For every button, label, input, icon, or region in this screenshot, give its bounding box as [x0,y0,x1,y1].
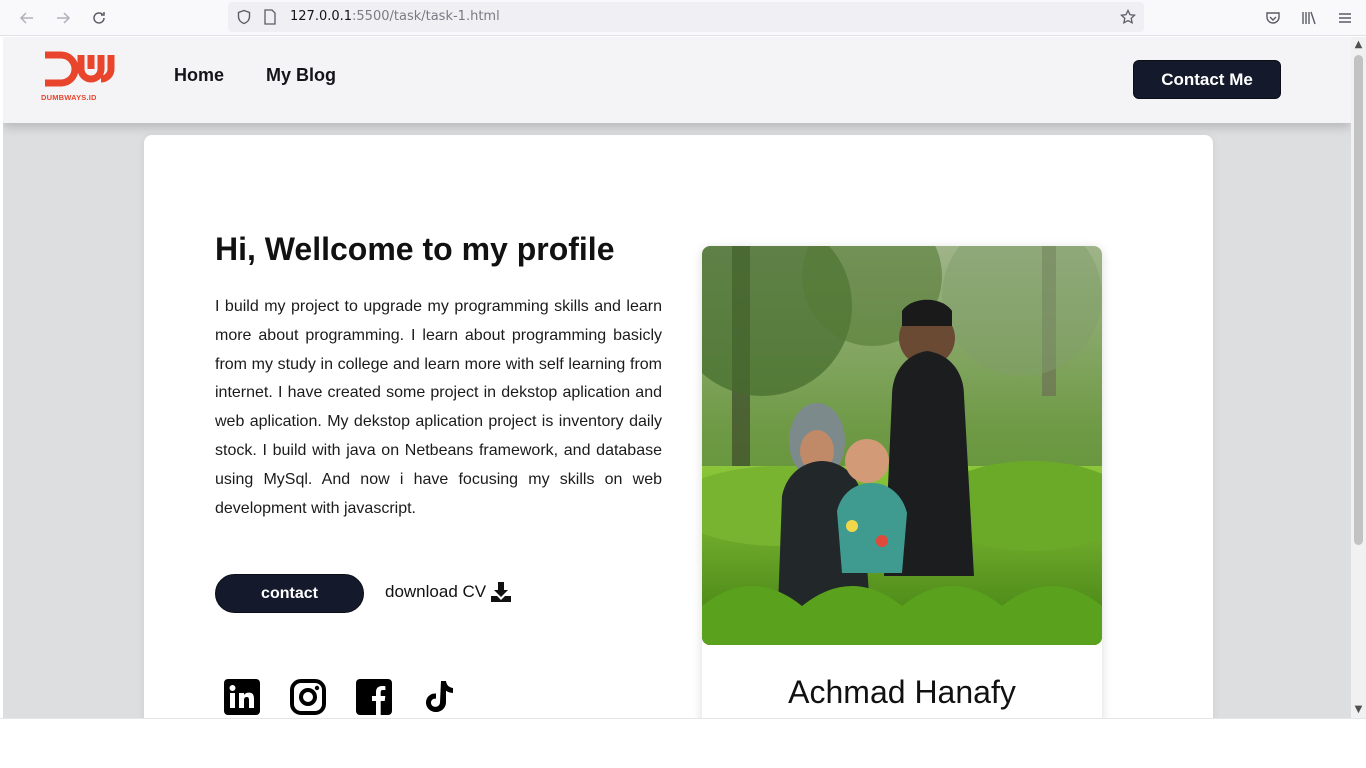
reload-icon[interactable] [87,6,111,30]
download-icon [491,582,512,602]
social-links [224,679,458,715]
profile-name: Achmad Hanafy [788,674,1016,710]
menu-icon[interactable] [1333,6,1357,30]
shield-icon[interactable] [234,7,254,27]
bottom-strip [0,718,1366,768]
browser-toolbar: 127.0.0.1:5500/task/task-1.html [0,0,1366,36]
tiktok-icon[interactable] [422,679,458,715]
site-navbar: DUMBWAYS.ID Home My Blog Contact Me [3,37,1351,123]
page-scrollbar[interactable]: ▲ ▼ [1351,37,1366,718]
back-icon[interactable] [15,6,39,30]
url-text: 127.0.0.1:5500/task/task-1.html [290,9,500,24]
pocket-icon[interactable] [1261,6,1285,30]
library-icon[interactable] [1297,6,1321,30]
hero-description: I build my project to upgrade my program… [215,298,662,517]
bookmark-star-icon[interactable] [1118,7,1138,27]
download-cv-label: download CV [385,582,487,601]
page-viewport: DUMBWAYS.ID Home My Blog Contact Me Hi, … [3,37,1351,718]
scroll-down-icon[interactable]: ▼ [1353,704,1364,716]
facebook-icon[interactable] [356,679,392,715]
instagram-icon[interactable] [290,679,326,715]
profile-photo [702,246,1102,645]
contact-button[interactable]: contact [215,574,364,613]
page-icon [260,7,280,27]
download-cv-link[interactable]: download CV [385,581,512,603]
scroll-thumb[interactable] [1354,55,1363,545]
profile-photo-card: Achmad Hanafy [702,246,1102,718]
dumbways-logo[interactable]: DUMBWAYS.ID [41,51,115,103]
contact-me-button[interactable]: Contact Me [1133,60,1281,99]
nav-link-home[interactable]: Home [174,65,224,86]
hero-title: Hi, Wellcome to my profile [215,231,615,267]
forward-icon[interactable] [51,6,75,30]
nav-link-blog[interactable]: My Blog [266,65,336,86]
address-bar[interactable]: 127.0.0.1:5500/task/task-1.html [228,2,1144,32]
scroll-up-icon[interactable]: ▲ [1353,39,1364,51]
logo-text: DUMBWAYS.ID [41,93,97,102]
profile-card: Hi, Wellcome to my profile I build my pr… [144,135,1213,718]
linkedin-icon[interactable] [224,679,260,715]
